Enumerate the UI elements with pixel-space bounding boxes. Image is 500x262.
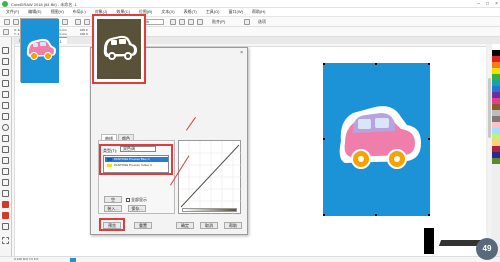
- scale-y-field[interactable]: 100.0: [80, 32, 88, 36]
- empty-button[interactable]: 空: [104, 196, 122, 203]
- standard-toolbar: 39% 贴齐(P) 选项: [0, 17, 500, 27]
- artistic-media-tool-icon[interactable]: [2, 102, 9, 109]
- reset-button[interactable]: 重置: [134, 222, 152, 229]
- horizontal-ruler[interactable]: [14, 44, 486, 47]
- menu-window[interactable]: 窗口(W): [229, 9, 243, 15]
- original-preview: [20, 18, 59, 83]
- paste-icon[interactable]: [62, 19, 68, 25]
- menu-tools[interactable]: 工具(O): [206, 9, 220, 15]
- toolbox: [0, 37, 12, 262]
- menu-table[interactable]: 表格(T): [184, 9, 197, 15]
- snap-to-dropdown[interactable]: 贴齐(P): [212, 19, 240, 25]
- watermark-bar: [438, 240, 482, 246]
- ink-highlight-box: [99, 144, 173, 175]
- checkbox-label: 全部显示: [131, 197, 147, 202]
- menu-edit[interactable]: 编辑(E): [28, 9, 41, 15]
- menu-layout[interactable]: 布局(L): [73, 9, 86, 15]
- crop-tool-icon[interactable]: [2, 69, 9, 76]
- menu-file[interactable]: 文件(F): [6, 9, 19, 15]
- menu-help[interactable]: 帮助(H): [252, 9, 266, 15]
- ellipse-tool-icon[interactable]: [2, 124, 9, 131]
- cancel-button[interactable]: 取消: [200, 222, 218, 229]
- parallel-dimension-tool-icon[interactable]: [2, 157, 9, 164]
- curve-graph[interactable]: [179, 141, 242, 215]
- scale-readout: 100.0 100.0: [80, 28, 88, 36]
- options-gear-icon[interactable]: [244, 19, 250, 25]
- freehand-tool-icon[interactable]: [2, 91, 9, 98]
- property-bar: X: 123.892 mm Y: 1,497.345 mm 210.161 mm…: [0, 27, 500, 37]
- guidelines-icon[interactable]: [197, 19, 203, 25]
- palette-swatch[interactable]: [492, 158, 500, 164]
- status-fill-label: C:100 M:0 Y:0 K:0: [14, 257, 39, 261]
- vertical-scrollbar[interactable]: [488, 48, 491, 258]
- new-document-icon[interactable]: [4, 19, 10, 25]
- preview-highlight-box: [99, 218, 125, 231]
- rulers-icon[interactable]: [179, 19, 185, 25]
- minimize-icon[interactable]: –: [477, 1, 480, 7]
- polygon-tool-icon[interactable]: [2, 135, 9, 142]
- car-illustration[interactable]: [323, 63, 430, 216]
- menu-view[interactable]: 视图(V): [50, 9, 63, 15]
- menu-text[interactable]: 文本(X): [161, 9, 174, 15]
- smart-fill-tool-icon[interactable]: [2, 223, 9, 230]
- ok-button[interactable]: 确定: [176, 222, 194, 229]
- black-shape: [424, 228, 434, 254]
- watermark-badge: 49: [476, 238, 498, 260]
- load-button[interactable]: 装入...: [104, 205, 122, 212]
- redo-icon[interactable]: [84, 19, 90, 25]
- title-bar: CorelDRAW 2018 (64 Bit) - 未命名 -1 – □ ×: [0, 0, 500, 8]
- interactive-fill-tool-icon[interactable]: [2, 212, 9, 219]
- checkbox-box[interactable]: [126, 198, 130, 202]
- rectangle-tool-icon[interactable]: [2, 113, 9, 120]
- tone-gradient-bar: [182, 208, 237, 212]
- fill-color-swatch[interactable]: [70, 258, 76, 262]
- options-button[interactable]: 选项: [258, 19, 266, 25]
- full-screen-icon[interactable]: [170, 19, 176, 25]
- color-palette: [492, 44, 500, 262]
- transparency-tool-icon[interactable]: [2, 190, 9, 197]
- connector-tool-icon[interactable]: [2, 168, 9, 175]
- pick-tool-icon[interactable]: [2, 47, 9, 54]
- save-button[interactable]: 保存...: [128, 205, 146, 212]
- vertical-ruler[interactable]: [12, 44, 15, 262]
- original-car-thumbnail: [21, 19, 59, 83]
- document-page[interactable]: [323, 63, 430, 216]
- page-size-icon[interactable]: [3, 29, 9, 35]
- show-all-checkbox[interactable]: 全部显示: [126, 197, 147, 203]
- status-bar: C:100 M:0 Y:0 K:0: [0, 256, 500, 262]
- window-controls: – □ ×: [477, 1, 498, 7]
- tone-curve-editor[interactable]: [178, 140, 242, 215]
- duotone-car-thumbnail: [97, 19, 141, 79]
- close-icon[interactable]: ×: [495, 1, 498, 7]
- dialog-close-icon[interactable]: ×: [240, 50, 243, 56]
- menu-bar: 文件(F) 编辑(E) 视图(V) 布局(L) 对象(J) 效果(C) 位图(B…: [0, 8, 500, 17]
- undo-icon[interactable]: [75, 19, 81, 25]
- document-tabs: 欢迎屏幕 未命名 -1: [14, 37, 500, 44]
- drop-shadow-tool-icon[interactable]: [2, 179, 9, 186]
- zoom-tool-icon[interactable]: [2, 80, 9, 87]
- coreldraw-logo-icon: [2, 1, 8, 7]
- help-button[interactable]: 帮助: [224, 222, 242, 229]
- shape-tool-icon[interactable]: [2, 58, 9, 65]
- grid-icon[interactable]: [188, 19, 194, 25]
- scrollbar-thumb[interactable]: [488, 78, 491, 138]
- duotone-preview-image: [97, 19, 141, 79]
- text-tool-icon[interactable]: [2, 146, 9, 153]
- duotone-preview: [92, 14, 146, 84]
- color-eyedropper-tool-icon[interactable]: [2, 201, 9, 208]
- open-icon[interactable]: [13, 19, 19, 25]
- add-tool-icon[interactable]: [2, 237, 9, 244]
- maximize-icon[interactable]: □: [486, 1, 489, 7]
